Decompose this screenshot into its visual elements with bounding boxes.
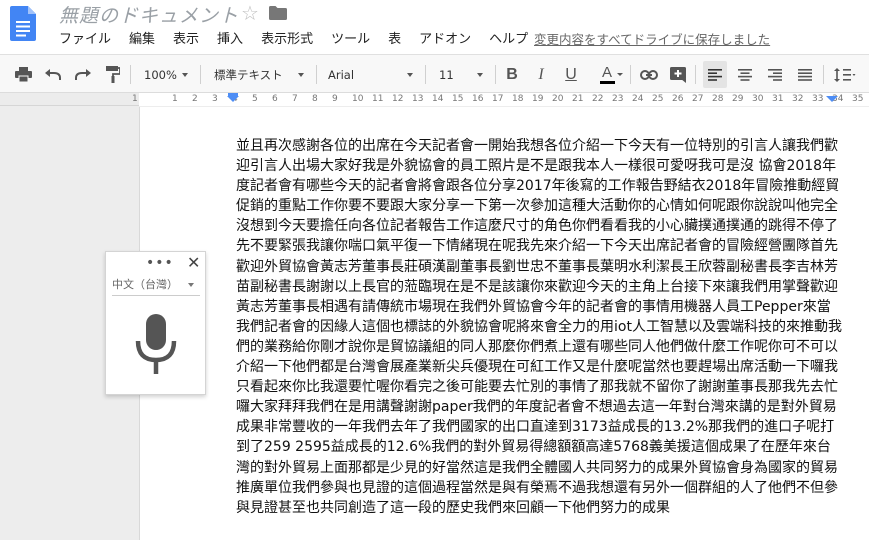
star-icon[interactable]: ☆: [241, 1, 259, 25]
ruler-number: 7: [292, 94, 298, 104]
menu-addons[interactable]: アドオン: [410, 31, 480, 51]
ruler-number: 10: [352, 94, 364, 104]
paint-format-icon[interactable]: [102, 61, 124, 88]
zoom-select[interactable]: 100%: [140, 61, 192, 88]
ruler-number: 22: [592, 94, 604, 104]
ruler-number: 1: [132, 94, 138, 104]
chevron-down-icon: [298, 72, 304, 77]
paragraph-style-select[interactable]: 標準テキスト: [210, 61, 308, 88]
line-spacing-icon[interactable]: [829, 61, 861, 88]
ruler-number: 24: [632, 94, 644, 104]
align-left-icon[interactable]: [703, 61, 727, 88]
zoom-value: 100%: [144, 67, 177, 82]
ruler-number: 17: [492, 94, 504, 104]
ruler-number: 25: [652, 94, 664, 104]
bold-button[interactable]: B: [501, 61, 523, 88]
menu-file[interactable]: ファイル: [50, 31, 120, 51]
ruler-number: 11: [372, 94, 384, 104]
toolbar-divider: [630, 65, 631, 84]
left-indent-handle[interactable]: [227, 96, 239, 102]
toolbar-divider: [823, 65, 824, 84]
menu-edit[interactable]: 編集: [120, 31, 164, 51]
print-icon[interactable]: [12, 61, 34, 88]
voice-language-select[interactable]: 中文（台灣）: [112, 276, 200, 296]
chevron-down-icon: [407, 72, 413, 77]
ruler-number: 14: [432, 94, 444, 104]
align-right-icon[interactable]: [763, 61, 787, 88]
chevron-down-icon: [188, 283, 194, 287]
insert-comment-icon[interactable]: [667, 61, 689, 88]
align-justify-icon[interactable]: [793, 61, 817, 88]
paragraph-style-value: 標準テキスト: [214, 67, 283, 82]
ruler-number: 13: [412, 94, 424, 104]
toolbar-divider: [200, 65, 201, 84]
toolbar-divider: [130, 65, 131, 84]
align-center-icon[interactable]: [733, 61, 757, 88]
insert-link-icon[interactable]: [637, 61, 661, 88]
ruler-number: 18: [512, 94, 524, 104]
redo-icon[interactable]: [72, 61, 94, 88]
ruler-number: 20: [552, 94, 564, 104]
ruler-number: 19: [532, 94, 544, 104]
toolbar-divider: [425, 65, 426, 84]
save-status-link[interactable]: 変更内容をすべてドライブに保存しました: [534, 31, 770, 49]
app-header: 無題のドキュメント ☆ ファイル 編集 表示 挿入 表示形式 ツール 表 アドオ…: [0, 0, 869, 54]
menu-insert[interactable]: 挿入: [208, 31, 252, 51]
font-size-value: 11: [439, 67, 454, 82]
toolbar: 100% 標準テキスト Arial 11 B I U A: [0, 54, 869, 93]
ruler-number: 5: [252, 94, 258, 104]
menu-table[interactable]: 表: [379, 31, 410, 51]
ruler[interactable]: 1 1 2 3 4 5 6 7 8 9 10 11 12 13 14 15 16…: [0, 93, 869, 106]
chevron-down-icon: [477, 72, 483, 77]
ruler-number: 16: [472, 94, 484, 104]
ruler-number: 32: [792, 94, 804, 104]
font-size-select[interactable]: 11: [435, 61, 487, 88]
more-options-icon[interactable]: •••: [146, 255, 174, 271]
ruler-number: 12: [392, 94, 404, 104]
voice-typing-panel: ••• ✕ 中文（台灣）: [105, 251, 206, 395]
chevron-down-icon: [617, 73, 623, 76]
ruler-number: 26: [672, 94, 684, 104]
toolbar-divider: [695, 65, 696, 84]
text-color-button[interactable]: A: [590, 61, 624, 88]
italic-button[interactable]: I: [530, 61, 552, 88]
ruler-number: 1: [172, 94, 178, 104]
ruler-number: 9: [332, 94, 338, 104]
ruler-numbers: 1 1 2 3 4 5 6 7 8 9 10 11 12 13 14 15 16…: [132, 93, 869, 106]
ruler-number: [152, 93, 172, 106]
chevron-down-icon: [182, 72, 188, 77]
microphone-icon[interactable]: [133, 314, 179, 376]
folder-icon[interactable]: [269, 6, 287, 20]
ruler-number: 8: [312, 94, 318, 104]
ruler-number: 30: [752, 94, 764, 104]
menu-bar: ファイル 編集 表示 挿入 表示形式 ツール 表 アドオン ヘルプ: [50, 31, 537, 51]
google-docs-icon[interactable]: [10, 6, 36, 41]
menu-help[interactable]: ヘルプ: [480, 31, 537, 51]
document-title[interactable]: 無題のドキュメント: [59, 1, 239, 28]
ruler-number: 15: [452, 94, 464, 104]
menu-view[interactable]: 表示: [164, 31, 208, 51]
ruler-number: 29: [732, 94, 744, 104]
ruler-number: 2: [192, 94, 198, 104]
font-family-select[interactable]: Arial: [324, 61, 417, 88]
underline-button[interactable]: U: [560, 61, 582, 88]
close-icon[interactable]: ✕: [187, 253, 200, 272]
menu-tools[interactable]: ツール: [322, 31, 379, 51]
toolbar-divider: [495, 65, 496, 84]
ruler-number: 31: [772, 94, 784, 104]
undo-icon[interactable]: [42, 61, 64, 88]
toolbar-divider: [316, 65, 317, 84]
text-color-swatch: [599, 80, 615, 84]
ruler-number: 21: [572, 94, 584, 104]
ruler-number: 6: [272, 94, 278, 104]
ruler-number: 35: [852, 94, 864, 104]
text-color-letter: A: [601, 63, 612, 81]
font-family-value: Arial: [328, 67, 355, 82]
ruler-number: 28: [712, 94, 724, 104]
right-indent-handle[interactable]: [826, 96, 838, 102]
document-body-text[interactable]: 並且再次感謝各位的出席在今天記者會一開始我想各位介紹一下今天有一位特別的引言人讓…: [236, 136, 842, 518]
ruler-number: 27: [692, 94, 704, 104]
ruler-number: 23: [612, 94, 624, 104]
menu-format[interactable]: 表示形式: [252, 31, 322, 51]
